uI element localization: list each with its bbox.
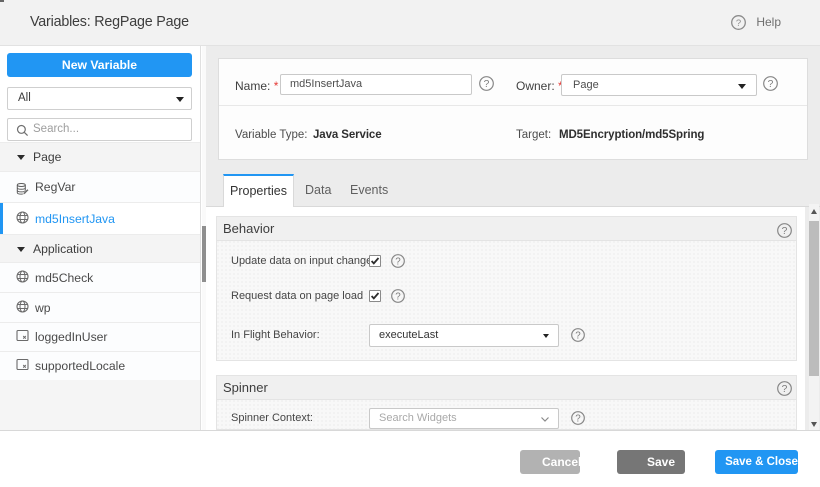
svg-text:?: ?	[768, 79, 774, 90]
svg-text:?: ?	[575, 331, 581, 342]
svg-text:?: ?	[484, 79, 490, 90]
svg-text:?: ?	[395, 257, 401, 268]
svg-text:?: ?	[782, 226, 788, 237]
svg-text:?: ?	[736, 18, 741, 29]
svg-text:?: ?	[395, 292, 401, 303]
svg-text:?: ?	[782, 384, 788, 395]
svg-text:?: ?	[575, 414, 581, 425]
